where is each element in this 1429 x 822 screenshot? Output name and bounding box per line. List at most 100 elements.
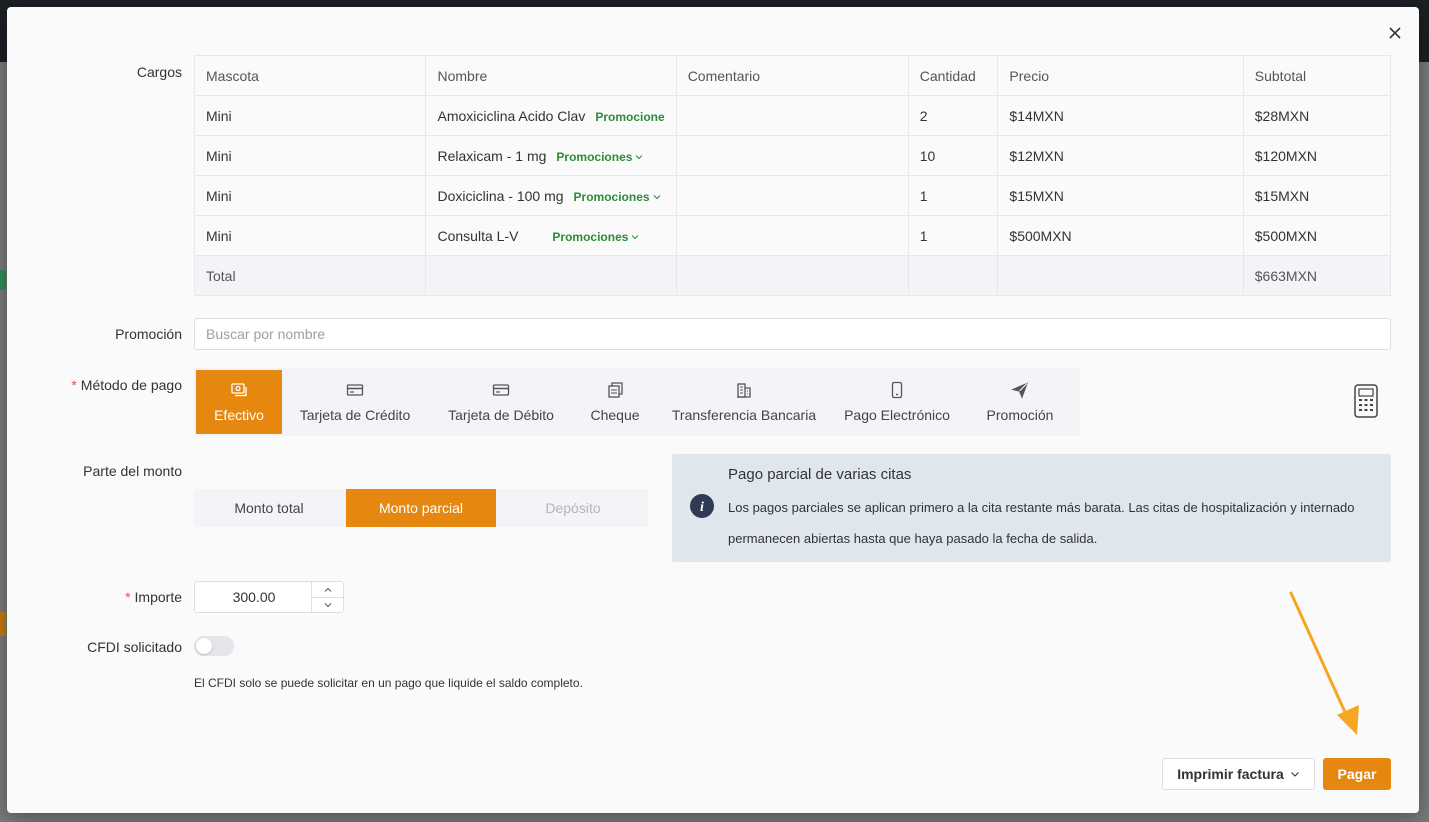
subtotal-cell: $500MXN <box>1242 215 1392 256</box>
column-header: Comentario <box>675 55 909 96</box>
chevron-down-icon <box>632 235 639 240</box>
chevron-up-icon <box>324 587 331 592</box>
cantidad-cell: 10 <box>907 135 999 176</box>
payment-method-electronico[interactable]: Pago Electrónico <box>832 370 962 434</box>
column-header: Precio <box>997 55 1244 96</box>
payment-method-cheque[interactable]: Cheque <box>574 370 656 434</box>
table-row: Mini Doxiciclina - 100 mg Promociones 1 $… <box>193 175 1392 216</box>
mascota-cell: Mini <box>193 135 427 176</box>
nombre-cell: Doxiciclina - 100 mg Promociones <box>425 175 677 216</box>
payment-method-label: Efectivo <box>214 407 264 423</box>
info-title: Pago parcial de varias citas <box>728 466 912 483</box>
column-header: Nombre <box>425 55 677 96</box>
table-header-row: Mascota Nombre Comentario Cantidad Preci… <box>193 55 1392 96</box>
chevron-down-icon <box>324 603 331 608</box>
payment-method-tarjeta-credito[interactable]: Tarjeta de Crédito <box>282 370 428 434</box>
comentario-cell <box>675 95 909 136</box>
table-row: Mini Consulta L-V Promociones 1 $500MXN $… <box>193 215 1392 256</box>
metodo-pago-label: * Método de pago <box>71 377 182 393</box>
mobile-icon <box>891 381 903 399</box>
payment-method-efectivo[interactable]: Efectivo <box>196 370 282 434</box>
partial-payment-info: i Pago parcial de varias citas Los pagos… <box>672 454 1391 562</box>
promotion-search-input[interactable] <box>194 318 1391 350</box>
option-monto-total[interactable]: Monto total <box>194 489 344 527</box>
cash-icon <box>231 383 247 397</box>
payment-method-promocion[interactable]: Promoción <box>962 370 1078 434</box>
backdrop-status-strip <box>0 270 6 290</box>
close-icon[interactable] <box>1383 21 1407 45</box>
promotions-dropdown[interactable]: Promociones <box>574 190 662 204</box>
calculator-icon[interactable] <box>1351 383 1381 419</box>
pay-button[interactable]: Pagar <box>1323 758 1391 790</box>
parte-monto-label: Parte del monto <box>83 463 182 479</box>
payment-method-label: Promoción <box>986 407 1054 423</box>
comentario-cell <box>675 135 909 176</box>
nombre-cell: Consulta L-V Promociones <box>425 215 677 256</box>
column-header: Subtotal <box>1242 55 1392 96</box>
empty-cell <box>675 255 909 296</box>
mascota-cell: Mini <box>193 175 427 216</box>
chevron-down-icon <box>1290 772 1299 777</box>
cfdi-toggle[interactable] <box>194 636 234 656</box>
payment-modal: Cargos Mascota Nombre Comentario Cantida… <box>7 7 1419 813</box>
item-name: Consulta L-V <box>437 227 519 244</box>
payment-method-label: Cheque <box>590 407 640 423</box>
toggle-knob <box>196 638 212 654</box>
empty-cell <box>425 255 677 296</box>
total-label: Total <box>193 255 427 296</box>
backdrop-status-strip <box>0 612 6 636</box>
promotions-dropdown[interactable]: Promociones <box>556 150 644 164</box>
total-value: $663MXN <box>1242 255 1392 296</box>
amount-part-selector: Monto total Monto parcial Depósito <box>194 489 648 527</box>
importe-value[interactable]: 300.00 <box>195 582 313 612</box>
precio-cell: $15MXN <box>997 175 1244 216</box>
promotions-dropdown[interactable]: Promociones <box>552 230 640 244</box>
precio-cell: $12MXN <box>997 135 1244 176</box>
svg-text:i: i <box>700 500 704 515</box>
payment-method-transferencia[interactable]: Transferencia Bancaria <box>656 370 832 434</box>
cantidad-cell: 1 <box>907 215 999 256</box>
empty-cell <box>907 255 999 296</box>
item-name: Doxiciclina - 100 mg <box>437 187 564 204</box>
info-icon: i <box>690 494 714 518</box>
precio-cell: $500MXN <box>997 215 1244 256</box>
payment-method-label: Tarjeta de Débito <box>448 407 554 423</box>
precio-cell: $14MXN <box>997 95 1244 136</box>
send-icon <box>1011 382 1029 399</box>
bank-icon <box>737 383 751 398</box>
mascota-cell: Mini <box>193 95 427 136</box>
increment-button[interactable] <box>312 582 343 597</box>
nombre-cell: Amoxiciclina Acido Clav Promocione <box>425 95 677 136</box>
comentario-cell <box>675 215 909 256</box>
info-text: Los pagos parciales se aplican primero a… <box>728 500 1355 546</box>
cantidad-cell: 1 <box>907 175 999 216</box>
nombre-cell: Relaxicam - 1 mg Promociones <box>425 135 677 176</box>
column-header: Cantidad <box>907 55 999 96</box>
importe-label: * Importe <box>125 589 182 605</box>
subtotal-cell: $28MXN <box>1242 95 1392 136</box>
column-header: Mascota <box>193 55 427 96</box>
subtotal-cell: $120MXN <box>1242 135 1392 176</box>
option-monto-parcial[interactable]: Monto parcial <box>346 489 496 527</box>
cantidad-cell: 2 <box>907 95 999 136</box>
payment-method-selector: Efectivo Tarjeta de Crédito Tarjeta de D… <box>194 368 1080 436</box>
print-invoice-button[interactable]: Imprimir factura <box>1162 758 1315 790</box>
charges-table: Mascota Nombre Comentario Cantidad Preci… <box>193 55 1392 296</box>
chevron-down-icon <box>653 195 660 200</box>
cfdi-label: CFDI solicitado <box>87 639 182 655</box>
credit-card-icon <box>346 384 364 396</box>
cfdi-note: El CFDI solo se puede solicitar en un pa… <box>194 676 583 690</box>
option-deposito: Depósito <box>545 500 601 516</box>
payment-method-tarjeta-debito[interactable]: Tarjeta de Débito <box>428 370 574 434</box>
empty-cell <box>997 255 1244 296</box>
promotions-dropdown[interactable]: Promocione <box>595 110 664 124</box>
comentario-cell <box>675 175 909 216</box>
promocion-label: Promoción <box>115 326 182 342</box>
table-row: Mini Amoxiciclina Acido Clav Promocione 2… <box>193 95 1392 136</box>
table-row: Mini Relaxicam - 1 mg Promociones 10 $12M… <box>193 135 1392 176</box>
annotation-arrow-icon <box>1289 591 1359 735</box>
cheque-icon <box>608 382 623 398</box>
importe-input[interactable]: 300.00 <box>194 581 344 613</box>
debit-card-icon <box>492 384 510 396</box>
decrement-button[interactable] <box>312 597 343 612</box>
